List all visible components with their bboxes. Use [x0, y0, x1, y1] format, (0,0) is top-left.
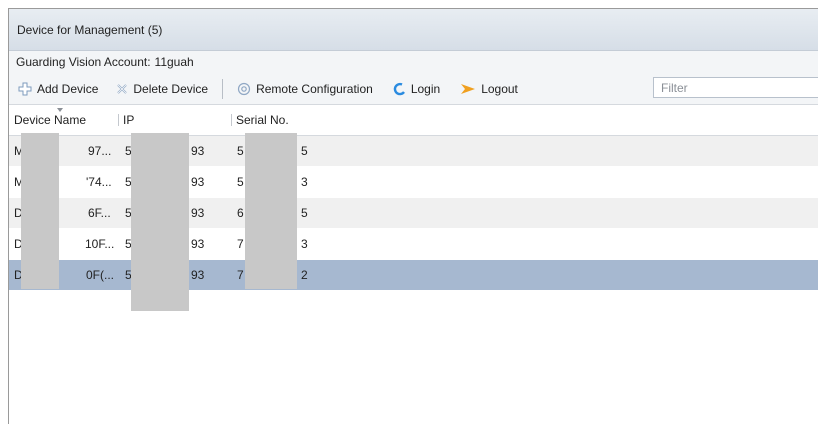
refresh-arc-icon: [393, 82, 405, 95]
login-button[interactable]: Login: [387, 78, 446, 100]
column-label: Serial No.: [236, 113, 289, 127]
device-name-cell: 10F...: [85, 237, 115, 251]
device-name-cell: '74...: [86, 175, 112, 189]
device-name-cell: 97...: [88, 144, 112, 158]
serial-cell: 3: [301, 175, 308, 189]
add-device-label: Add Device: [37, 81, 99, 96]
serial-cell: 5: [237, 175, 244, 189]
ip-cell: 93: [191, 144, 205, 158]
ip-cell: 93: [191, 237, 205, 251]
delete-device-label: Delete Device: [133, 81, 209, 96]
panel-title: Device for Management (5): [17, 22, 163, 37]
column-divider: [118, 114, 119, 126]
panel-title-bar: Device for Management (5): [9, 9, 818, 51]
logout-label: Logout: [481, 81, 518, 96]
table-header: Device Name IP Serial No.: [9, 105, 818, 136]
ip-cell: 93: [191, 268, 205, 282]
column-serial-no[interactable]: Serial No.: [231, 105, 289, 135]
column-label: Device Name: [14, 113, 87, 127]
device-name-cell: 0F(...: [86, 268, 115, 282]
x-outline-icon: [117, 83, 128, 94]
account-label: Guarding Vision Account:: [16, 55, 151, 69]
filter-input[interactable]: [653, 77, 818, 98]
serial-cell: 5: [237, 144, 244, 158]
serial-cell: 5: [301, 144, 308, 158]
gear-circle-icon: [237, 82, 251, 95]
serial-cell: 3: [301, 237, 308, 251]
redaction-block-serial: [245, 133, 297, 289]
account-row: Guarding Vision Account: 11guah: [9, 51, 818, 73]
serial-cell: 7: [237, 268, 244, 282]
sort-indicator-icon: [57, 108, 63, 112]
device-name-cell: 6F...: [88, 206, 111, 220]
remote-configuration-label: Remote Configuration: [256, 81, 373, 96]
ip-cell: 93: [191, 175, 205, 189]
arrow-flag-icon: [461, 83, 476, 94]
serial-cell: 2: [301, 268, 308, 282]
delete-device-button[interactable]: Delete Device: [110, 78, 214, 100]
toolbar-separator: [222, 78, 224, 99]
column-ip[interactable]: IP: [118, 105, 134, 135]
remote-configuration-button[interactable]: Remote Configuration: [231, 78, 379, 100]
logout-button[interactable]: Logout: [454, 78, 524, 100]
column-divider: [231, 114, 232, 126]
device-management-panel: Device for Management (5) Guarding Visio…: [8, 8, 818, 424]
column-device-name[interactable]: Device Name: [14, 105, 86, 135]
column-label: IP: [123, 113, 135, 127]
redaction-block-ip: [131, 133, 189, 311]
toolbar: Add Device Delete Device Remote Configur…: [9, 73, 818, 105]
serial-cell: 6: [237, 206, 244, 220]
redaction-block-names: [21, 133, 59, 289]
account-value: 11guah: [154, 55, 194, 69]
add-device-button[interactable]: Add Device: [12, 78, 104, 100]
plus-outline-icon: [18, 82, 32, 95]
serial-cell: 5: [301, 206, 308, 220]
serial-cell: 7: [237, 237, 244, 251]
ip-cell: 93: [191, 206, 205, 220]
login-label: Login: [410, 81, 441, 96]
